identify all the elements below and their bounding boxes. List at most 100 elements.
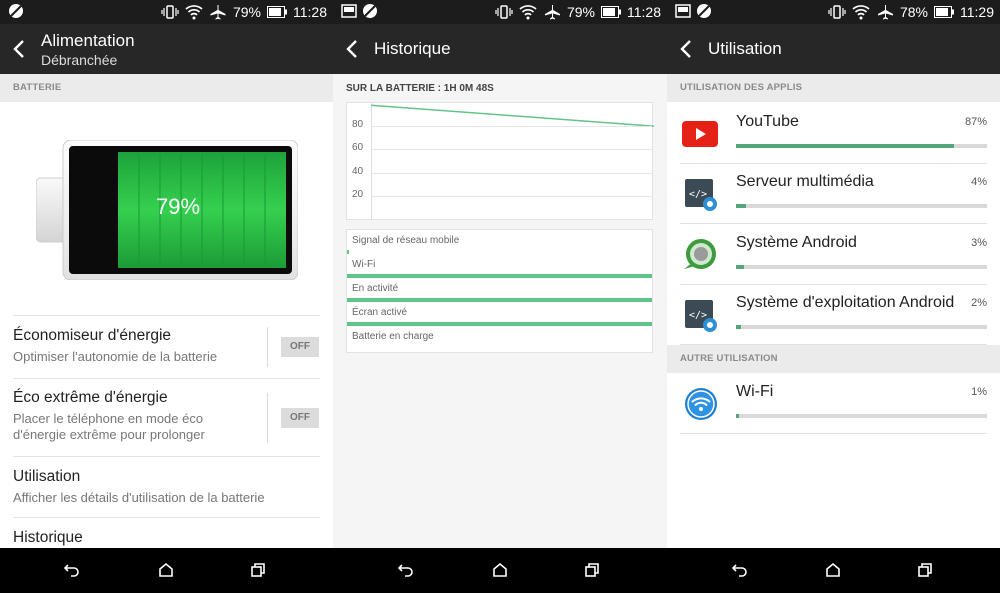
home-nav-icon[interactable] [825,562,841,583]
divider [13,315,320,316]
signal-row: Wi-Fi [347,254,652,278]
app-percent: 1% [971,386,987,398]
svg-text:</>: </> [689,310,707,321]
back-nav-icon[interactable] [731,562,749,583]
extreme-power-saver-subtitle: Placer le téléphone en mode éco d'énergi… [13,411,205,442]
no-disturb-icon [696,3,712,19]
recents-nav-icon[interactable] [917,562,933,583]
divider [267,327,268,367]
chart-gridline [371,149,652,151]
usage-bar-track [736,204,987,208]
navigation-bar [333,548,667,593]
vibrate-icon [495,4,513,20]
airplane-mode-icon [209,4,227,20]
vibrate-icon [161,4,179,20]
app-name: Système d'exploitation Android [736,294,955,311]
power-saver-title: Économiseur d'énergie [13,327,172,344]
signal-row: Batterie en charge [347,326,652,350]
battery-icon [934,6,954,18]
clock: 11:29 [960,4,994,20]
back-nav-icon[interactable] [63,562,81,583]
battery-percent: 79% [566,4,595,20]
chart-gridline [371,172,652,174]
airplane-mode-icon [876,4,894,20]
no-disturb-icon [362,3,378,19]
signal-label: Signal de réseau mobile [352,235,460,246]
app-percent: 87% [964,116,987,128]
back-arrow-icon[interactable] [679,39,693,64]
app-bar: Alimentation Débranchée [0,24,333,74]
chart-gridline [371,195,652,197]
app-name: Serveur multimédia [736,173,874,190]
app-name: Système Android [736,234,857,251]
signal-label: Batterie en charge [352,331,434,342]
status-bar: 79% 11:28 [333,0,667,24]
wifi-icon [185,4,203,20]
usage-row[interactable]: Utilisation Afficher les détails d'utili… [13,468,320,518]
section-header-other: AUTRE UTILISATION [667,345,1000,373]
battery-percent: 78% [899,4,928,20]
signal-label: Wi-Fi [352,259,376,270]
screenshot-icon [341,4,357,18]
history-row[interactable]: Historique [13,529,320,549]
battery-history-chart: 80 60 40 20 [346,102,654,220]
battery-history-plot [371,104,654,127]
app-percent: 3% [971,237,987,249]
screenshot-icon [675,4,691,18]
home-nav-icon[interactable] [492,562,508,583]
app-usage-row[interactable]: YouTube 87% [680,104,987,164]
app-usage-row[interactable]: </> Serveur multimédia 4% [680,164,987,224]
chart-gridline [371,126,652,128]
signal-row: En activité [347,278,652,302]
back-arrow-icon[interactable] [12,39,26,64]
usage-screen: 78% 11:29 Utilisation UTILISATION DES AP… [667,0,1000,593]
app-usage-row[interactable]: </> Système d'exploitation Android 2% [680,285,987,345]
usage-bar-fill [736,414,739,418]
history-title: Historique [13,529,83,546]
usage-bar-fill [736,144,955,148]
power-saver-row[interactable]: Économiseur d'énergie Optimiser l'autono… [13,327,320,379]
app-usage-row[interactable]: Système Android 3% [680,225,987,285]
extreme-power-saver-toggle[interactable]: OFF [281,408,319,428]
recents-nav-icon[interactable] [250,562,266,583]
app-bar: Historique [333,24,667,74]
status-bar: 79% 11:28 [0,0,333,24]
signal-row: Signal de réseau mobile [347,230,652,254]
app-name: YouTube [736,113,799,130]
power-saver-subtitle: Optimiser l'autonomie de la batterie [13,349,218,364]
airplane-mode-icon [543,4,561,20]
signal-list: Signal de réseau mobile Wi-Fi En activit… [346,229,653,353]
app-bar: Utilisation [667,24,1000,74]
battery-icon [601,6,621,18]
chart-tick-label: 60 [352,142,364,154]
usage-bar-track [736,144,987,148]
power-screen: 79% 11:28 Alimentation Débranchée BATTER… [0,0,333,593]
clock: 11:28 [293,4,327,20]
usage-bar-track [736,414,987,418]
on-battery-duration: SUR LA BATTERIE : 1H 0M 48S [346,83,494,94]
battery-illustration: 79% [35,139,299,281]
signal-label: Écran activé [352,307,408,318]
recents-nav-icon[interactable] [584,562,600,583]
usage-bar-track [736,265,987,269]
battery-icon [267,6,287,18]
wifi-icon [852,4,870,20]
other-usage-row[interactable]: Wi-Fi 1% [680,374,987,434]
app-name: Wi-Fi [736,383,774,400]
page-title: Alimentation [41,31,135,50]
android-system-icon [680,237,720,273]
clock: 11:28 [627,4,661,20]
power-saver-toggle[interactable]: OFF [281,337,319,357]
usage-bar-fill [736,265,744,269]
extreme-power-saver-row[interactable]: Éco extrême d'énergie Placer le téléphon… [13,389,320,457]
navigation-bar [667,548,1000,593]
status-bar: 78% 11:29 [667,0,1000,24]
home-nav-icon[interactable] [158,562,174,583]
back-arrow-icon[interactable] [345,39,359,64]
divider [267,393,268,443]
app-percent: 2% [971,297,987,309]
back-nav-icon[interactable] [397,562,415,583]
usage-title: Utilisation [13,468,81,485]
extreme-power-saver-title: Éco extrême d'énergie [13,389,168,406]
usage-subtitle: Afficher les détails d'utilisation de la… [13,490,265,505]
